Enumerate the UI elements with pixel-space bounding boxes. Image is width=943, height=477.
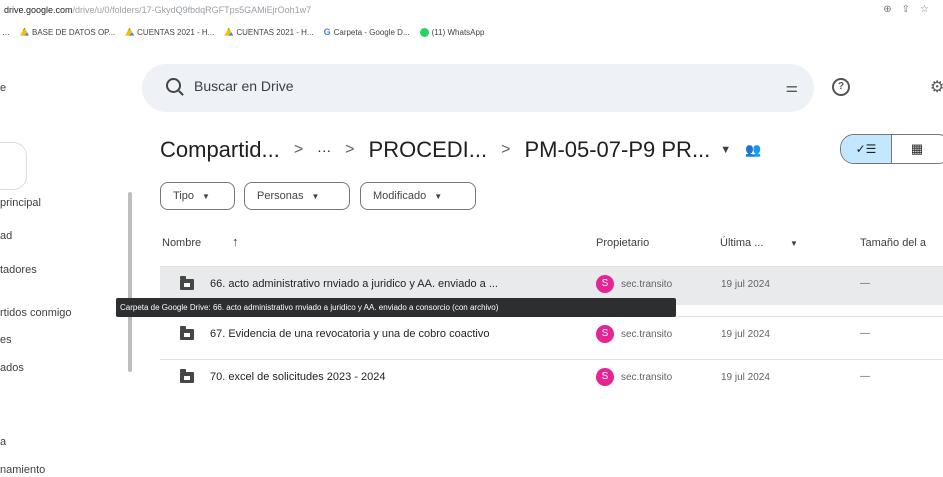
column-owner[interactable]: Propietario (596, 237, 649, 249)
file-size: — (860, 278, 870, 289)
modified-date: 19 jul 2024 (721, 279, 770, 290)
chevron-down-icon: ▼ (434, 191, 443, 201)
view-toggle: ✓☰ ▦ (840, 134, 943, 164)
column-size[interactable]: Tamaño del a (860, 237, 926, 249)
star-icon[interactable]: ☆ (920, 4, 929, 15)
chevron-down-icon: ▼ (202, 191, 210, 201)
url-text[interactable]: drive.google.com/drive/u/0/folders/17-Gk… (4, 5, 311, 15)
url-path: /drive/u/0/folders/17-GkydQ9fbdqRGFTps5G… (72, 5, 312, 15)
owner-name: sec.transito (621, 372, 673, 383)
modified-date: 19 jul 2024 (721, 329, 770, 340)
address-bar[interactable]: drive.google.com/drive/u/0/folders/17-Gk… (0, 0, 943, 22)
share-icon[interactable]: ⇪ (902, 4, 910, 15)
bookmarks-bar: … BASE DE DATOS OP... CUENTAS 2021 - H..… (0, 22, 943, 42)
bookmark-item[interactable]: … (2, 28, 10, 37)
owner-name: sec.transito (621, 279, 673, 290)
chevron-down-icon[interactable]: ▼ (720, 144, 731, 156)
whatsapp-icon (419, 27, 429, 37)
bookmark-item[interactable]: BASE DE DATOS OP... (20, 27, 115, 37)
avatar: S (596, 325, 614, 343)
search-input[interactable]: Buscar en Drive (194, 78, 294, 94)
shared-people-icon[interactable]: 👥 (745, 142, 761, 158)
breadcrumb: Compartid... > ··· > PROCEDI... > PM-05-… (160, 134, 761, 166)
table-header: Nombre ↑ Propietario Última ... ▼ Tamaño… (0, 228, 943, 258)
breadcrumb-parent[interactable]: PROCEDI... (369, 137, 488, 163)
file-name[interactable]: 70. excel de solicitudes 2023 - 2024 (210, 371, 386, 383)
url-host: drive.google.com (4, 5, 73, 15)
column-name[interactable]: Nombre (162, 237, 201, 249)
sidebar-item-storage[interactable]: namiento (0, 464, 45, 476)
shared-folder-icon (180, 369, 194, 383)
chevron-right-icon: > (345, 141, 355, 158)
column-modified[interactable]: Última ... (720, 237, 763, 249)
search-icon[interactable] (166, 78, 181, 93)
file-size: — (860, 371, 870, 382)
drive-icon (20, 27, 29, 36)
filter-people-label: Personas (257, 190, 304, 202)
sidebar-item-computers[interactable]: tadores (0, 264, 37, 276)
bookmark-item[interactable]: CUENTAS 2021 - H... (125, 27, 214, 37)
filter-people-chip[interactable]: Personas ▼ (244, 182, 350, 210)
search-bar[interactable]: Buscar en Drive ⚌ (142, 64, 814, 112)
bookmark-item[interactable]: (11) WhatsApp (419, 27, 484, 37)
chevron-right-icon: > (501, 141, 511, 158)
shared-folder-icon (180, 326, 194, 340)
sidebar-item-starred[interactable]: ados (0, 362, 24, 374)
drive-icon (224, 27, 234, 36)
chevron-down-icon[interactable]: ▼ (790, 239, 798, 248)
breadcrumb-ellipsis[interactable]: ··· (317, 142, 331, 158)
filter-type-label: Tipo (173, 190, 194, 202)
shared-folder-icon (180, 276, 194, 290)
sidebar-item-shared[interactable]: rtidos conmigo (0, 307, 72, 319)
owner-name: sec.transito (621, 329, 673, 340)
sidebar-scrollbar[interactable] (128, 192, 132, 372)
avatar: S (596, 275, 614, 293)
sidebar-item-home[interactable]: principal (0, 197, 41, 209)
new-button[interactable] (0, 142, 27, 190)
zoom-icon[interactable]: ⊕ (883, 4, 891, 15)
tooltip: Carpeta de Google Drive: 66. acto admini… (116, 298, 676, 317)
sidebar: e principal ad tadores rtidos conmigo es… (0, 42, 135, 477)
file-name[interactable]: 66. acto administrativo rnviado a juridi… (210, 278, 498, 290)
filter-modified-label: Modificado (373, 190, 427, 202)
sidebar-item-trash[interactable]: a (0, 436, 6, 448)
chevron-right-icon: > (293, 141, 304, 158)
breadcrumb-root[interactable]: Compartid... (160, 137, 280, 163)
table-row[interactable]: 67. Evidencia de una revocatoria y una d… (160, 316, 943, 355)
modified-date: 19 jul 2024 (721, 372, 770, 383)
file-name[interactable]: 67. Evidencia de una revocatoria y una d… (210, 328, 489, 340)
sidebar-item-recent[interactable]: es (0, 334, 12, 346)
filter-type-chip[interactable]: Tipo ▼ (160, 182, 235, 210)
breadcrumb-current[interactable]: PM-05-07-P9 PR... (524, 137, 710, 163)
grid-view-button[interactable]: ▦ (892, 135, 942, 163)
settings-icon[interactable]: ⚙ (930, 77, 943, 97)
bookmark-item[interactable]: G Carpeta - Google D... (324, 27, 410, 37)
help-icon[interactable]: ? (832, 78, 850, 96)
chevron-down-icon: ▼ (311, 191, 320, 201)
app-logo-fragment: e (0, 82, 7, 94)
list-view-button[interactable]: ✓☰ (841, 135, 892, 163)
search-options-icon[interactable]: ⚌ (785, 79, 798, 96)
google-icon: G (323, 27, 331, 37)
avatar: S (596, 368, 614, 386)
filter-modified-chip[interactable]: Modificado ▼ (360, 182, 476, 210)
bookmark-item[interactable]: CUENTAS 2021 - H... (224, 27, 314, 37)
table-row[interactable]: 70. excel de solicitudes 2023 - 2024 S s… (160, 359, 943, 398)
drive-icon (125, 27, 135, 36)
sort-arrow-icon[interactable]: ↑ (232, 234, 239, 249)
file-size: — (860, 328, 870, 339)
